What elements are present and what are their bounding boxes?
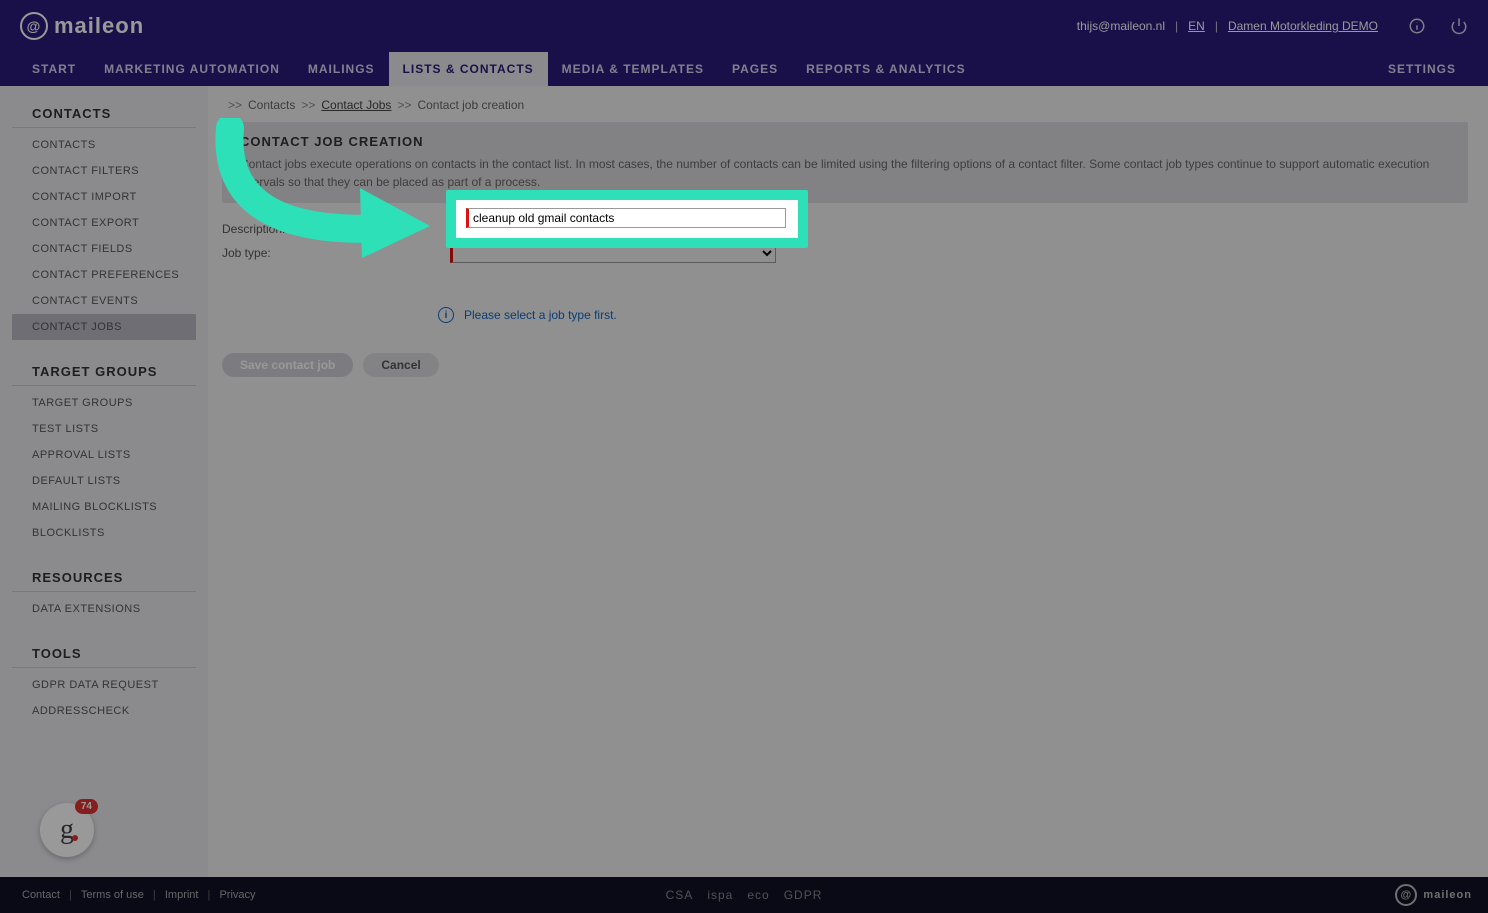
sidebar-item-blocklists[interactable]: BLOCKLISTS — [0, 520, 208, 546]
jobtype-label: Job type: — [222, 246, 450, 260]
sidebar-item-approval-lists[interactable]: APPROVAL LISTS — [0, 442, 208, 468]
app-footer: Contact | Terms of use | Imprint | Priva… — [0, 877, 1488, 913]
language-link[interactable]: EN — [1188, 19, 1205, 33]
nav-tab-media-templates[interactable]: MEDIA & TEMPLATES — [548, 52, 718, 86]
description-row: Description: — [222, 219, 1468, 239]
breadcrumb-item: Contacts — [248, 98, 295, 112]
sidebar-item-contacts[interactable]: CONTACTS — [0, 132, 208, 158]
sidebar-item-mailing-blocklists[interactable]: MAILING BLOCKLISTS — [0, 494, 208, 520]
sidebar-item-addresscheck[interactable]: ADDRESSCHECK — [0, 698, 208, 724]
account-link[interactable]: Damen Motorkleding DEMO — [1228, 19, 1378, 33]
intro-panel: CONTACT JOB CREATION Contact jobs execut… — [222, 122, 1468, 203]
sidebar-section-resources: RESOURCES — [12, 560, 196, 592]
jobtype-row: Job type: — [222, 243, 1468, 263]
panel-description: Contact jobs execute operations on conta… — [240, 155, 1450, 191]
sidebar-item-contact-export[interactable]: CONTACT EXPORT — [0, 210, 208, 236]
tutorial-highlight — [446, 190, 808, 248]
sidebar-section-contacts: CONTACTS — [12, 96, 196, 128]
nav-tab-marketing-automation[interactable]: MARKETING AUTOMATION — [90, 52, 294, 86]
main-panel: >> Contacts >> Contact Jobs >> Contact job cr… — [208, 86, 1488, 877]
main-nav: STARTMARKETING AUTOMATIONMAILINGSLISTS &… — [0, 52, 1488, 86]
logo-icon: @ — [20, 12, 48, 40]
brand-name: maileon — [54, 13, 144, 39]
form-actions: Save contact job Cancel — [222, 353, 1468, 377]
nav-tab-lists-contacts[interactable]: LISTS & CONTACTS — [389, 52, 548, 86]
sidebar-item-contact-preferences[interactable]: CONTACT PREFERENCES — [0, 262, 208, 288]
footer-link-terms-of-use[interactable]: Terms of use — [81, 889, 144, 901]
breadcrumb-separator: >> — [228, 98, 242, 112]
sidebar-item-contact-filters[interactable]: CONTACT FILTERS — [0, 158, 208, 184]
separator: | — [150, 889, 159, 901]
separator: | — [1215, 19, 1218, 33]
separator: | — [1175, 19, 1178, 33]
cert-eco: eco — [747, 888, 769, 902]
highlighted-description-input[interactable] — [466, 208, 786, 228]
panel-title: CONTACT JOB CREATION — [240, 134, 1450, 149]
sidebar-item-contact-import[interactable]: CONTACT IMPORT — [0, 184, 208, 210]
footer-brand: @ maileon — [1395, 884, 1472, 906]
sidebar-item-contact-events[interactable]: CONTACT EVENTS — [0, 288, 208, 314]
description-label: Description: — [222, 222, 450, 236]
save-button[interactable]: Save contact job — [222, 353, 353, 377]
sidebar-item-contact-jobs[interactable]: CONTACT JOBS — [12, 314, 196, 340]
footer-link-imprint[interactable]: Imprint — [165, 889, 199, 901]
power-icon[interactable] — [1450, 17, 1468, 35]
footer-link-contact[interactable]: Contact — [22, 889, 60, 901]
info-icon: i — [438, 307, 454, 323]
separator: | — [66, 889, 75, 901]
app-header: @ maileon thijs@maileon.nl | EN | Damen … — [0, 0, 1488, 52]
header-account-area: thijs@maileon.nl | EN | Damen Motorkledi… — [1077, 17, 1468, 35]
footer-certs: CSA ispaeco GDPR — [666, 888, 823, 902]
footer-link-privacy[interactable]: Privacy — [219, 889, 255, 901]
sidebar-item-data-extensions[interactable]: DATA EXTENSIONS — [0, 596, 208, 622]
cert-csa: CSA — [666, 888, 694, 902]
jobtype-hint: i Please select a job type first. — [438, 307, 1468, 323]
nav-tab-mailings[interactable]: MAILINGS — [294, 52, 389, 86]
widget-dot-icon — [72, 835, 78, 841]
breadcrumb: >> Contacts >> Contact Jobs >> Contact job cr… — [222, 98, 1468, 112]
hint-text: Please select a job type first. — [464, 308, 617, 322]
user-email: thijs@maileon.nl — [1077, 19, 1165, 33]
sidebar: CONTACTSCONTACTSCONTACT FILTERSCONTACT I… — [0, 86, 208, 877]
brand-logo: @ maileon — [20, 12, 144, 40]
sidebar-item-default-lists[interactable]: DEFAULT LISTS — [0, 468, 208, 494]
nav-tab-reports-analytics[interactable]: REPORTS & ANALYTICS — [792, 52, 979, 86]
sidebar-item-contact-fields[interactable]: CONTACT FIELDS — [0, 236, 208, 262]
cert-gdpr: GDPR — [784, 888, 823, 902]
nav-tab-settings[interactable]: SETTINGS — [1374, 52, 1470, 86]
sidebar-item-target-groups[interactable]: TARGET GROUPS — [0, 390, 208, 416]
info-icon[interactable] — [1408, 17, 1426, 35]
sidebar-item-gdpr-data-request[interactable]: GDPR DATA REQUEST — [0, 672, 208, 698]
sidebar-item-test-lists[interactable]: TEST LISTS — [0, 416, 208, 442]
breadcrumb-separator: >> — [397, 98, 411, 112]
logo-icon: @ — [1395, 884, 1417, 906]
widget-letter: g — [60, 814, 74, 846]
grammarly-widget[interactable]: g 74 — [40, 803, 94, 857]
sidebar-section-tools: TOOLS — [12, 636, 196, 668]
breadcrumb-item: Contact job creation — [417, 98, 524, 112]
cert-ispa: ispa — [707, 888, 733, 902]
breadcrumb-item[interactable]: Contact Jobs — [321, 98, 391, 112]
cancel-button[interactable]: Cancel — [363, 353, 438, 377]
brand-name: maileon — [1423, 889, 1472, 901]
widget-badge: 74 — [75, 799, 98, 814]
sidebar-section-target-groups: TARGET GROUPS — [12, 354, 196, 386]
nav-tab-pages[interactable]: PAGES — [718, 52, 792, 86]
separator: | — [204, 889, 213, 901]
nav-tab-start[interactable]: START — [18, 52, 90, 86]
breadcrumb-separator: >> — [301, 98, 315, 112]
highlight-inner — [456, 200, 798, 238]
footer-links: Contact | Terms of use | Imprint | Priva… — [16, 889, 262, 901]
